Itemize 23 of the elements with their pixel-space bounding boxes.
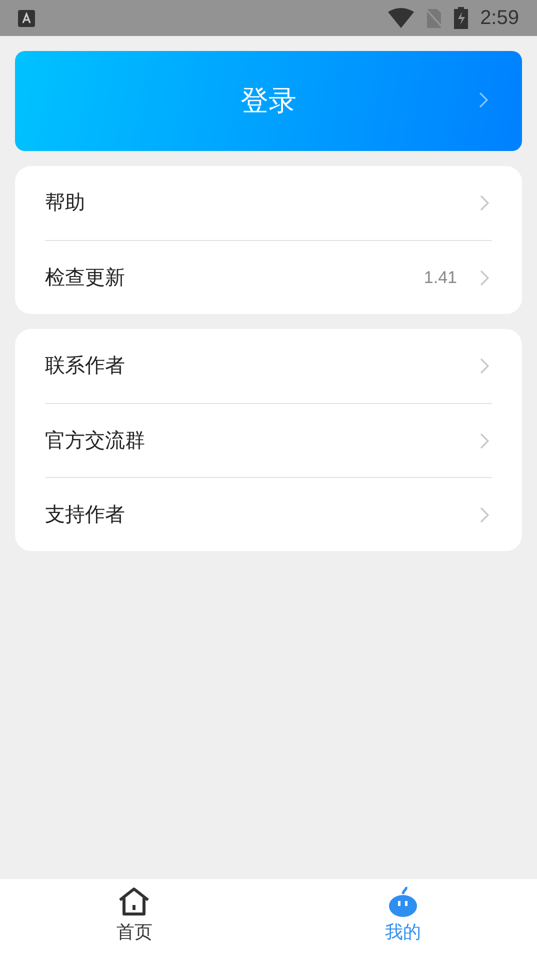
menu-item-label: 联系作者 [45,354,126,379]
status-time: 2:59 [480,6,519,31]
chevron-right-icon [480,270,489,286]
menu-item[interactable]: 帮助 [45,166,492,240]
menu-item-label: 检查更新 [45,266,126,290]
menu-item[interactable]: 支持作者 [45,477,492,551]
menu-item-label: 帮助 [45,191,86,216]
menu-item[interactable]: 联系作者 [45,329,492,403]
chevron-right-icon [480,195,489,211]
wifi-icon [388,8,414,28]
chevron-right-icon [480,432,489,448]
menu-item[interactable]: 检查更新 1.41 [45,240,492,314]
menu-item-label: 官方交流群 [45,428,146,454]
menu-item[interactable]: 官方交流群 [45,403,492,477]
nav-tab[interactable]: 首页 [0,879,268,954]
house-icon [117,887,152,917]
version-text: 1.41 [424,266,457,289]
battery-charging-icon [454,7,468,29]
chevron-right-icon [480,358,489,374]
chevron-right-icon [480,506,489,522]
chevron-right-icon [479,92,488,108]
menu-item-label: 支持作者 [45,502,126,528]
keyboard-a-icon [18,10,35,26]
